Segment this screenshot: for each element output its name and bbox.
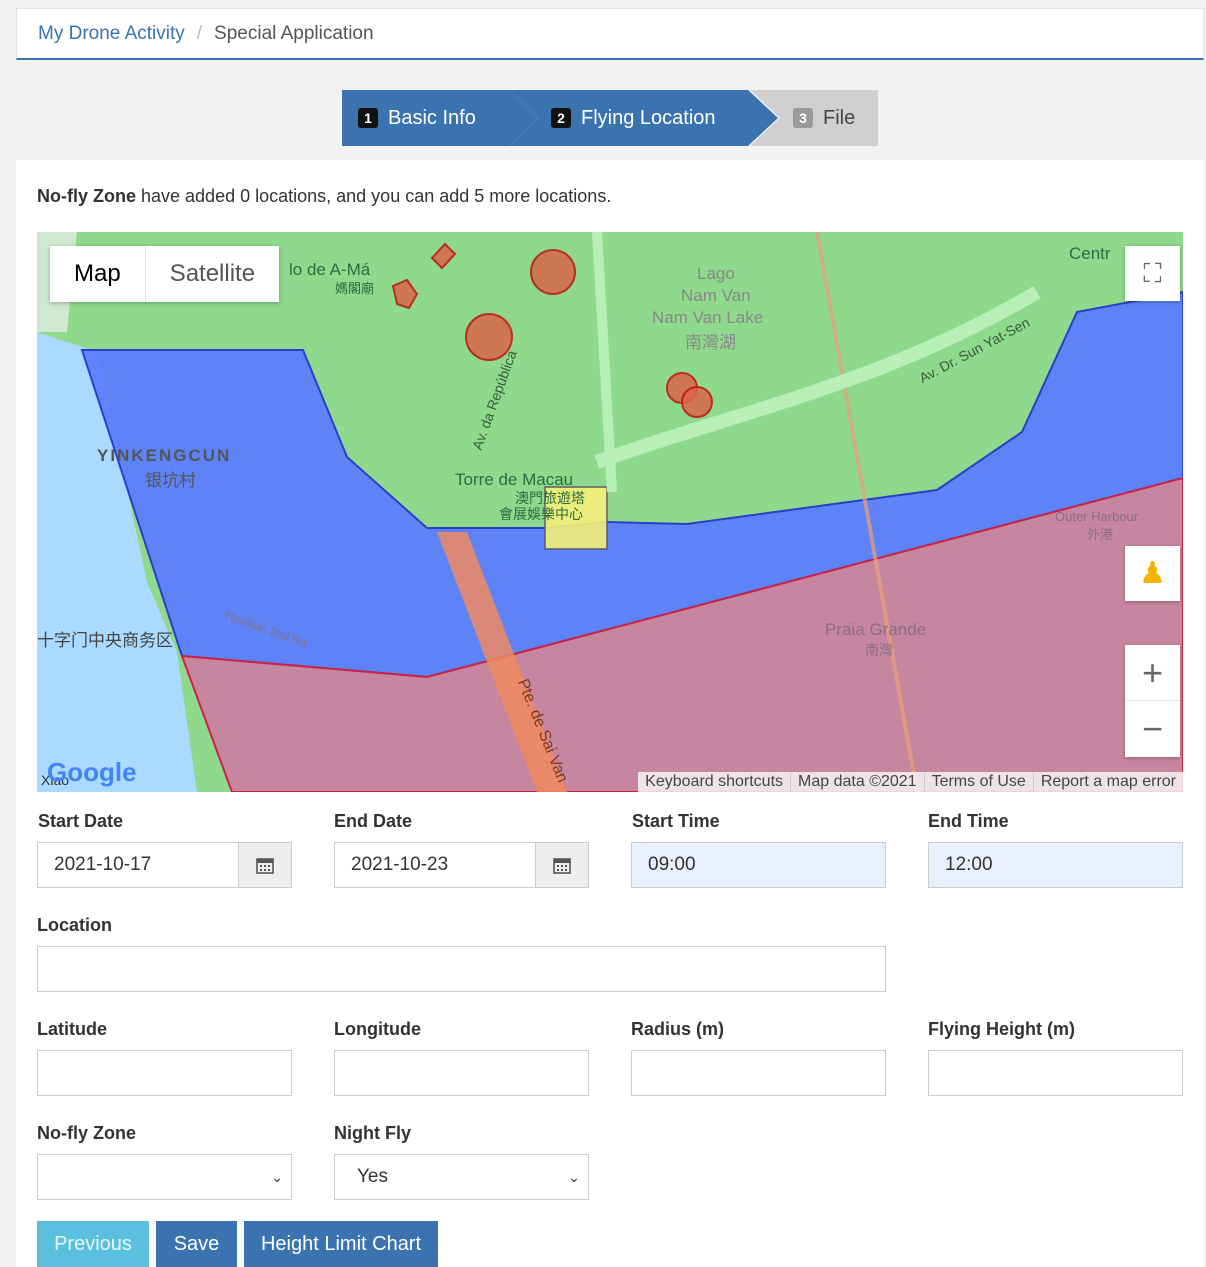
night-fly-value: Yes [357,1166,388,1187]
map-canvas [37,232,1183,792]
start-time-label: Start Time [632,811,720,831]
breadcrumb: My Drone Activity / Special Application [16,8,1204,60]
step-flying-location[interactable]: 2 Flying Location [510,90,778,146]
map-label-cbd: 十字门中央商务区 [37,631,173,650]
step-number: 3 [793,108,813,128]
night-fly-label: Night Fly [334,1123,411,1143]
start-time-input[interactable]: 09:00 [631,842,886,888]
map-label-torre: Torre de Macau [455,470,574,489]
location-input[interactable] [37,946,886,992]
flying-height-input[interactable] [928,1050,1183,1096]
map-label-nam-van-zh: 南灣湖 [685,333,736,352]
height-limit-chart-button[interactable]: Height Limit Chart [244,1221,438,1267]
step-label: Flying Location [581,106,716,129]
longitude-label: Longitude [334,1019,421,1039]
map-label-yinkengcun-zh: 银坑村 [145,471,196,490]
notice-text: have added 0 locations, and you can add … [136,186,612,206]
step-number: 1 [358,108,378,128]
zoom-control: + − [1125,645,1180,757]
start-date-calendar-icon[interactable] [238,842,292,888]
wizard-steps: 1 Basic Info 2 Flying Location 3 File [342,90,878,146]
step-label: File [823,106,856,129]
start-date-label: Start Date [38,811,124,831]
fullscreen-icon[interactable]: ⛶ [1125,246,1180,301]
map-label-praia: Praia Grande [825,620,927,639]
no-fly-zone-select[interactable]: ⌄ [37,1154,292,1200]
map-label-nam-van-lake: Nam Van Lake [652,308,764,327]
radius-input[interactable] [631,1050,886,1096]
night-fly-select[interactable]: Yes ⌄ [334,1154,589,1200]
map-type-map-button[interactable]: Map [50,246,146,302]
chevron-down-icon: ⌄ [271,1169,283,1185]
end-date-label: End Date [334,811,413,831]
no-fly-zone-label: No-fly Zone [37,1123,136,1143]
keyboard-shortcuts-link[interactable]: Keyboard shortcuts [638,772,790,792]
zoom-in-icon[interactable]: + [1125,645,1180,701]
map-label-outer-harbour-zh: 外港 [1087,527,1114,542]
map-label-lago: Lago [697,264,735,283]
terms-of-use-link[interactable]: Terms of Use [923,772,1033,792]
map-type-satellite-button[interactable]: Satellite [146,246,279,302]
breadcrumb-my-drone-activity[interactable]: My Drone Activity [38,23,185,45]
notice-bold: No-fly Zone [37,186,136,206]
map-label-yinkengcun: YINKENGCUN [97,446,232,465]
end-time-input[interactable]: 12:00 [928,842,1183,888]
previous-button[interactable]: Previous [37,1221,149,1267]
google-logo: Google [47,757,137,787]
latitude-input[interactable] [37,1050,292,1096]
map[interactable]: Map Satellite Lago Nam Van Nam Van Lake … [37,232,1183,792]
map-data-text: Map data ©2021 [790,772,924,792]
zoom-out-icon[interactable]: − [1125,701,1180,757]
map-label-centr: Centr [1069,244,1111,263]
no-fly-zone-notice: No-fly Zone have added 0 locations, and … [37,186,611,207]
map-label-outer-harbour: Outer Harbour [1055,509,1139,524]
chevron-down-icon: ⌄ [568,1169,580,1185]
step-basic-info[interactable]: 1 Basic Info [342,90,538,146]
radius-label: Radius (m) [631,1019,725,1039]
breadcrumb-current: Special Application [214,22,374,44]
map-label-a-ma-zh: 媽閣廟 [335,281,375,296]
map-attribution: Keyboard shortcuts Map data ©2021 Terms … [638,772,1183,792]
map-label-torre-zh2: 會展娛樂中心 [499,506,583,522]
report-map-error-link[interactable]: Report a map error [1032,772,1183,792]
longitude-input[interactable] [334,1050,589,1096]
map-type-control: Map Satellite [50,246,280,302]
step-label: Basic Info [388,106,476,129]
location-label: Location [37,915,112,935]
save-button[interactable]: Save [156,1221,237,1267]
step-number: 2 [551,108,571,128]
latitude-label: Latitude [37,1019,107,1039]
start-date-input[interactable]: 2021-10-17 [37,842,239,888]
end-date-input[interactable]: 2021-10-23 [334,842,536,888]
breadcrumb-separator: / [196,22,203,44]
map-label-nam-van: Nam Van [681,286,751,305]
end-time-label: End Time [928,811,1009,831]
map-label-praia-zh: 南灣 [865,642,893,658]
end-date-calendar-icon[interactable] [535,842,589,888]
flying-height-label: Flying Height (m) [928,1019,1075,1039]
map-label-a-ma: lo de A-Má [289,260,371,279]
pegman-icon[interactable]: ♟ [1125,546,1180,601]
